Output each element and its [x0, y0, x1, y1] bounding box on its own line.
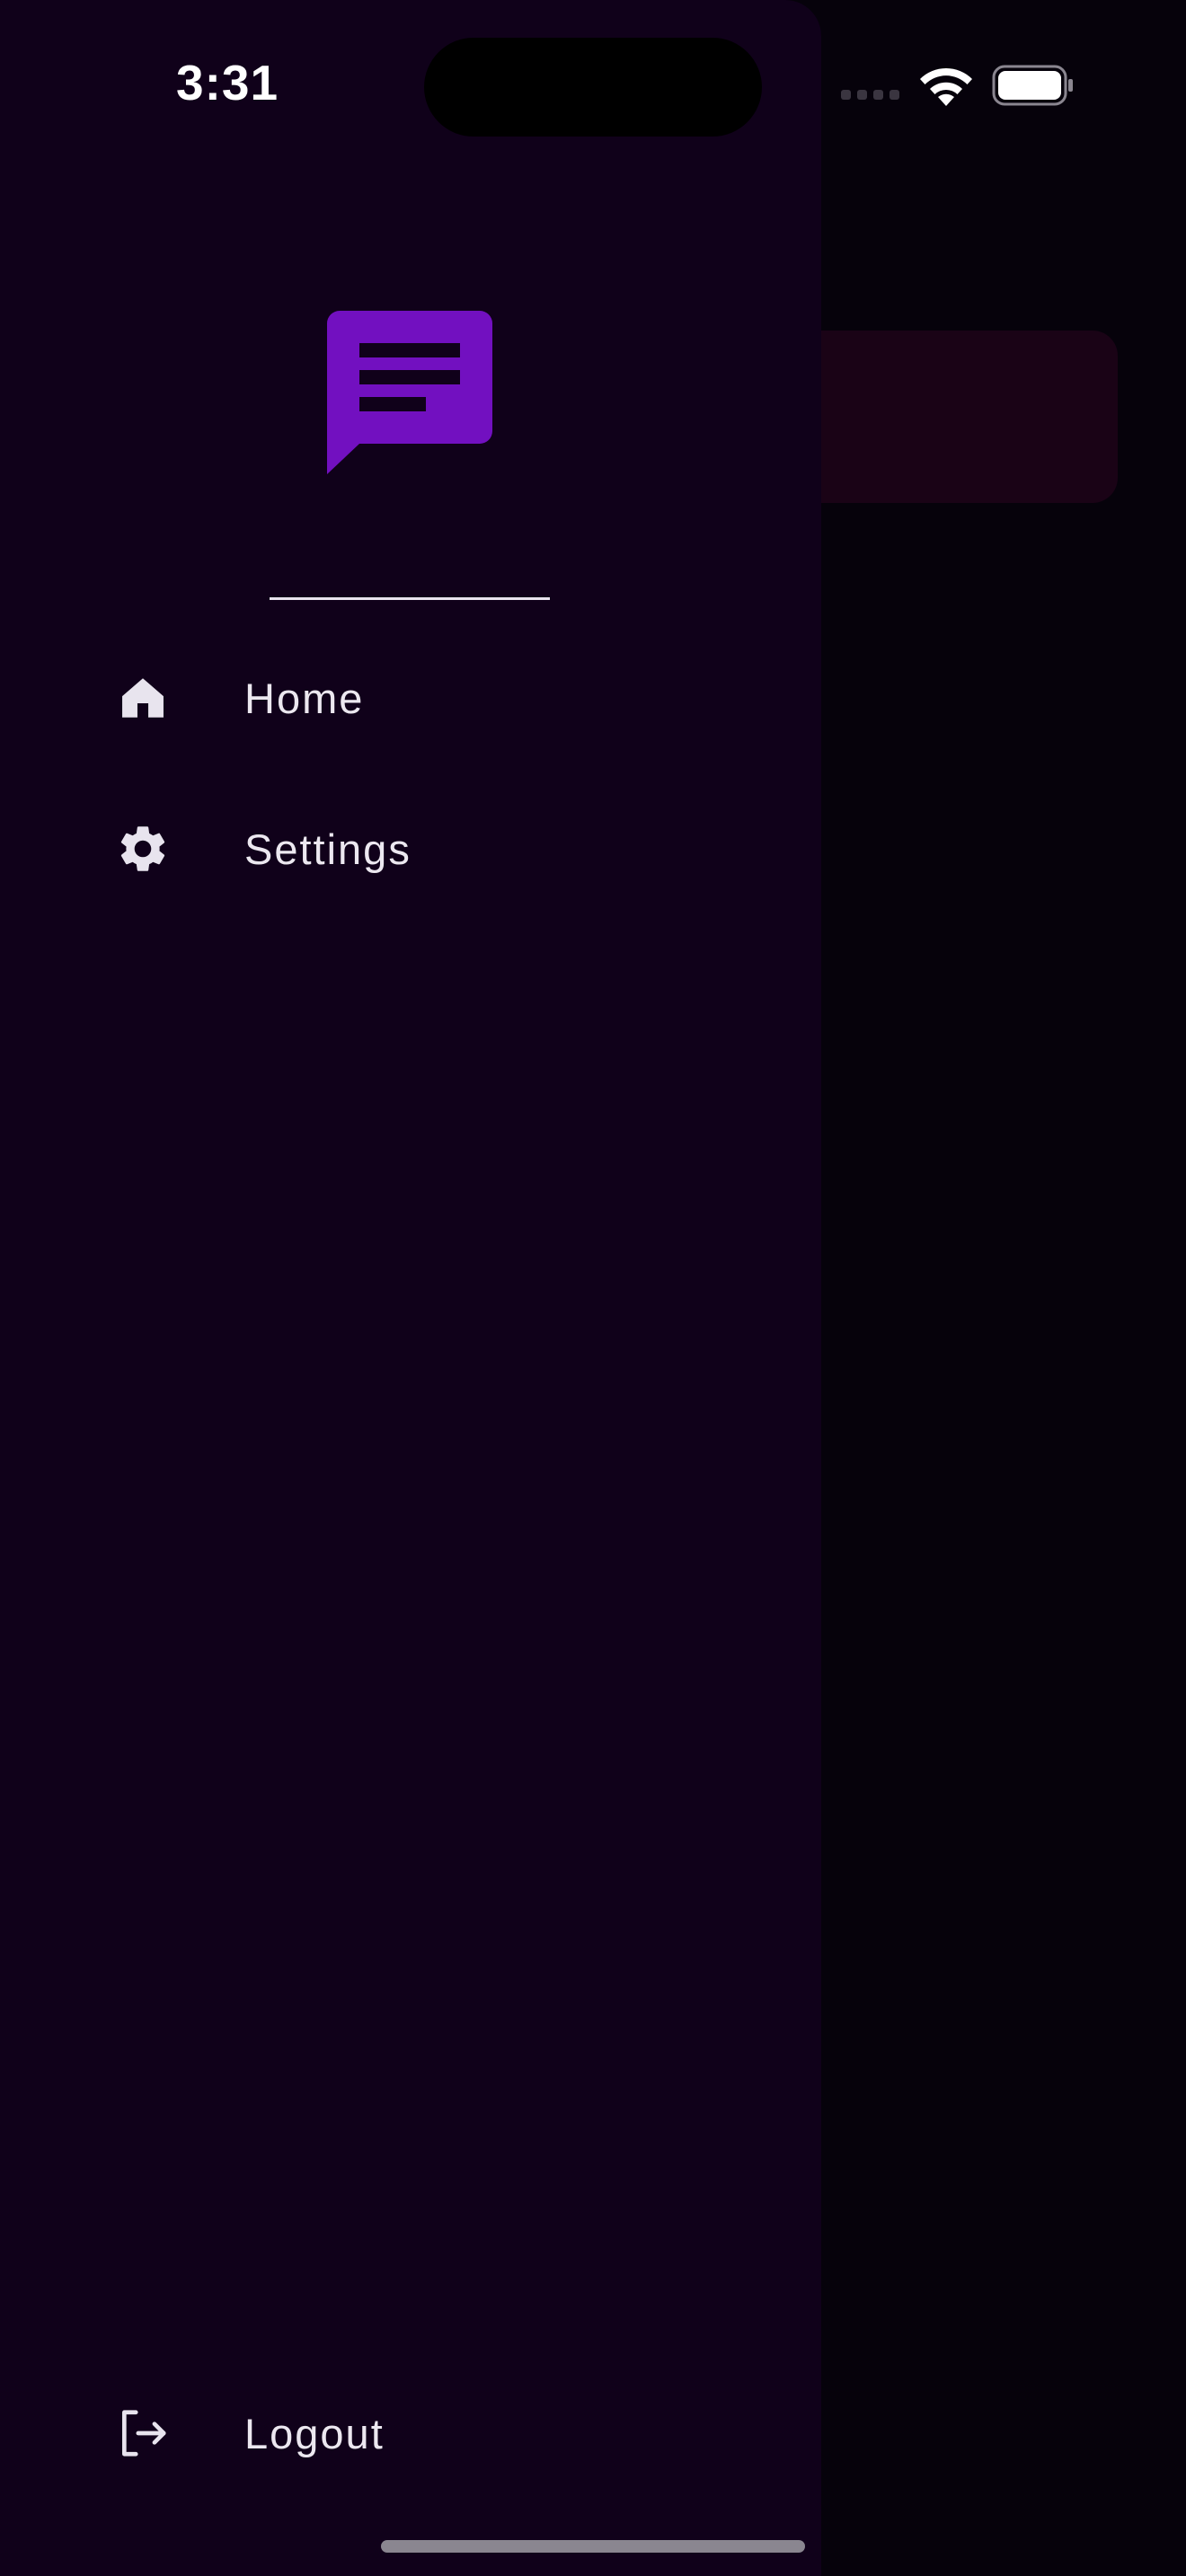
home-indicator[interactable]	[381, 2540, 805, 2553]
gear-icon	[113, 819, 173, 878]
drawer-item-settings[interactable]: Settings	[0, 795, 821, 903]
app-screen: Home Settings Logout 3:31	[0, 0, 1186, 2576]
chat-message-icon	[327, 311, 492, 474]
dynamic-island	[424, 38, 762, 137]
battery-icon	[992, 65, 1073, 106]
cellular-signal-icon	[841, 90, 899, 100]
wifi-icon	[920, 67, 972, 106]
navigation-drawer: Home Settings Logout	[0, 0, 821, 2576]
drawer-header-divider	[270, 597, 550, 600]
status-bar-time: 3:31	[176, 55, 279, 110]
drawer-item-label: Settings	[244, 825, 412, 873]
logout-icon	[113, 2404, 173, 2463]
home-icon	[113, 668, 173, 728]
drawer-item-home[interactable]: Home	[0, 644, 821, 752]
drawer-item-label: Home	[244, 674, 365, 722]
logout-label: Logout	[244, 2409, 385, 2457]
logout-button[interactable]: Logout	[0, 2379, 821, 2487]
